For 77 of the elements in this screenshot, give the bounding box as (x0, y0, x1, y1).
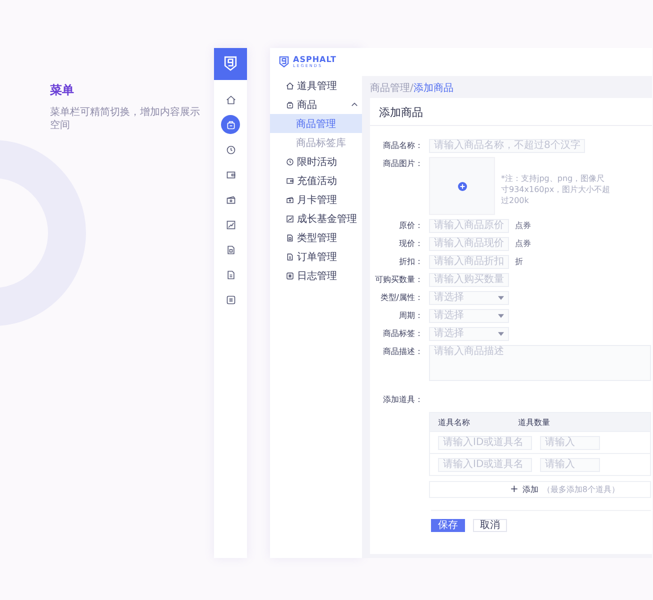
column-header: 道具名称 (438, 416, 471, 428)
select-field[interactable]: 请选择 (429, 309, 509, 323)
unit-label: 点券 (515, 238, 531, 250)
field-label: 商品图片： (382, 158, 423, 170)
field-label: 商品标签： (382, 328, 423, 340)
menu-item[interactable]: 成长基金管理 (270, 209, 362, 228)
upload-hint: *注：支持jpg、png，图像尺寸934x160px，图片大小不超过200k (501, 173, 611, 206)
document-icon (286, 252, 294, 260)
chart-icon (286, 214, 294, 222)
menu-item[interactable]: 日志管理 (270, 266, 362, 285)
menu-item[interactable]: 月卡管理 (270, 190, 362, 209)
submenu-item[interactable]: 商品管理 (270, 114, 362, 133)
field-label: 商品描述： (382, 346, 423, 358)
wallet-icon (286, 176, 294, 184)
input-field[interactable]: 请输入商品名称，不超过8个汉字 (429, 139, 585, 153)
submenu-item[interactable]: 商品标签库 (270, 133, 362, 152)
cancel-button[interactable]: 取消 (473, 519, 507, 532)
dropdown-icon (498, 314, 504, 318)
input-field[interactable]: 请输入ID或道具名 (438, 458, 532, 472)
brand-name: ASPHALT (293, 56, 336, 64)
add-icon (458, 182, 466, 190)
field-label: 折扣： (398, 256, 423, 268)
list-icon (226, 294, 236, 304)
page-title: 添加商品 (370, 98, 652, 126)
text-area[interactable]: 请输入商品描述 (429, 345, 651, 381)
menu-item[interactable]: 商品 (270, 95, 362, 114)
home-icon (286, 82, 294, 90)
document-icon (226, 270, 236, 280)
menu-item[interactable]: 充值活动 (270, 171, 362, 190)
menu-item[interactable]: 限时活动 (270, 152, 362, 171)
dropdown-icon (498, 332, 504, 336)
plus-icon: + (510, 484, 518, 495)
input-field[interactable]: 请输入 (540, 458, 600, 472)
unit-label: 点券 (515, 220, 531, 232)
select-field[interactable]: 请选择 (429, 291, 509, 305)
field-label: 现价： (398, 238, 423, 250)
ticket-icon (286, 196, 294, 204)
unit-label: 折 (515, 256, 523, 268)
input-field[interactable]: 请输入购买数量 (429, 273, 509, 287)
document-icon (286, 234, 294, 242)
input-field[interactable]: 请输入商品折扣 (429, 255, 509, 269)
dropdown-icon (498, 296, 504, 300)
field-label: 周期： (398, 310, 423, 322)
field-label: 可购买数量： (374, 274, 423, 286)
breadcrumb-link[interactable]: 添加商品 (413, 81, 454, 95)
breadcrumb-link[interactable]: 商品管理/ (370, 81, 414, 95)
field-label: 添加道具： (382, 394, 423, 406)
clock-icon (286, 158, 294, 166)
select-field[interactable]: 请选择 (429, 327, 509, 341)
bag-icon (286, 100, 294, 108)
add-note: （最多添加8个道具） (542, 484, 620, 495)
input-field[interactable]: 请输入商品现价 (429, 237, 509, 251)
list-icon (286, 272, 294, 280)
bag-icon (226, 120, 236, 130)
field-label: 原价： (398, 220, 423, 232)
home-icon (226, 94, 236, 104)
chart-icon (226, 220, 236, 230)
input-field[interactable]: 请输入 (540, 436, 600, 450)
column-header: 道具数量 (518, 416, 551, 428)
input-field[interactable]: 请输入商品原价 (429, 219, 509, 233)
menu-item[interactable]: 订单管理 (270, 247, 362, 266)
menu-item[interactable]: 道具管理 (270, 76, 362, 95)
clock-icon (226, 144, 236, 154)
shield-logo-icon (224, 56, 237, 72)
section-description: 菜单栏可精简切换，增加内容展示空间 (50, 106, 200, 132)
rail-button[interactable] (221, 115, 240, 134)
menu-item[interactable]: 类型管理 (270, 228, 362, 247)
add-link[interactable]: 添加 (522, 484, 538, 495)
document-icon (226, 244, 236, 254)
input-field[interactable]: 请输入ID或道具名 (438, 436, 532, 450)
ticket-icon (226, 194, 236, 204)
save-button[interactable]: 保存 (431, 519, 465, 532)
field-label: 商品名称： (382, 140, 423, 152)
shield-logo-icon (279, 56, 289, 68)
field-label: 类型/属性： (379, 292, 423, 304)
wallet-icon (226, 170, 236, 180)
section-title: 菜单 (50, 82, 74, 99)
